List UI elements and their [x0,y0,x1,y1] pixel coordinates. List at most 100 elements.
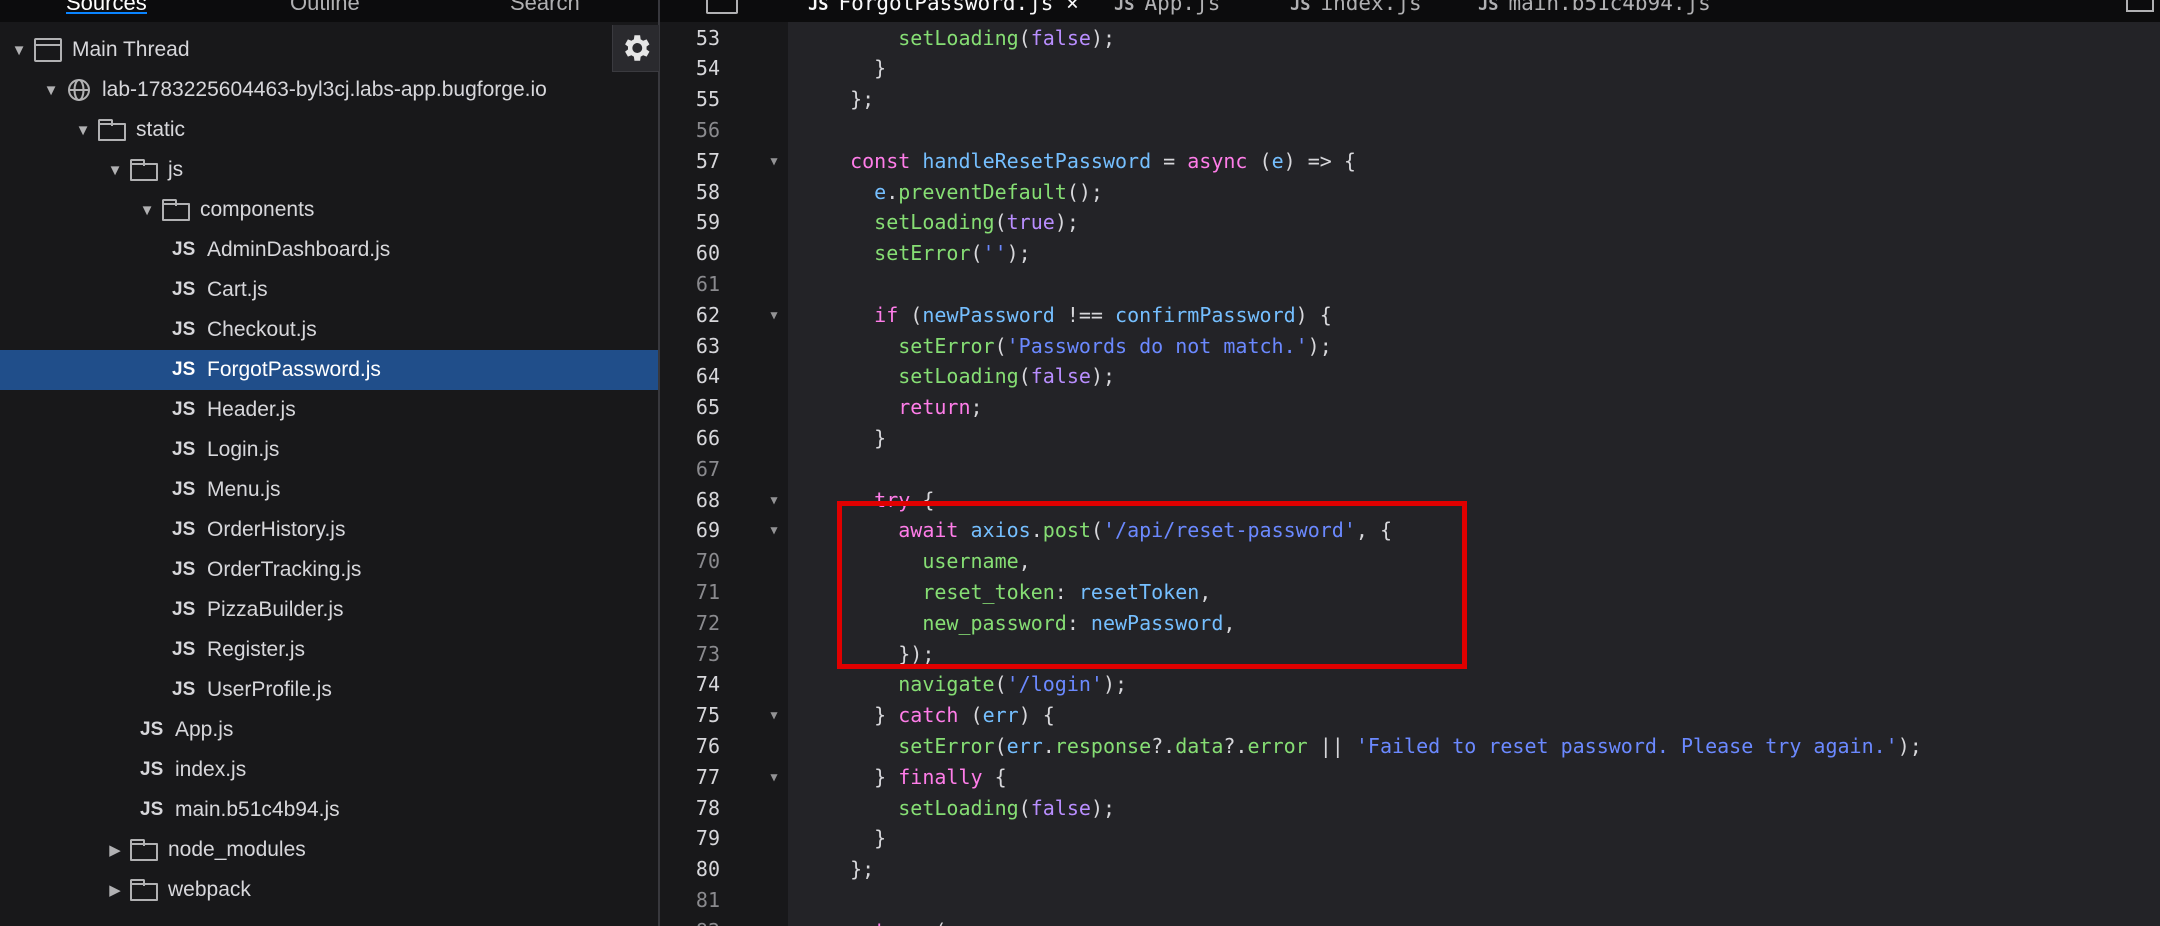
line-number[interactable]: 73 [660,639,720,670]
tree-item-file[interactable]: JS Menu.js [0,470,658,510]
code-line: 57 ▼ const handleResetPassword = async (e… [660,146,2160,177]
fold-toggle-icon[interactable]: ▼ [764,762,784,793]
line-number[interactable]: 77 [660,762,720,793]
code-line: 76 setError(err.response?.data?.error ||… [660,731,2160,762]
editor-tab-main[interactable]: JS main.b51c4b94.js [1478,0,1711,20]
js-file-icon: JS [172,319,196,340]
tree-item-components[interactable]: ▼ components [0,190,658,230]
editor-tab-index[interactable]: JS index.js [1290,0,1422,20]
tree-item-static[interactable]: ▼ static [0,110,658,150]
line-number[interactable]: 79 [660,823,720,854]
line-number[interactable]: 53 [660,23,720,54]
line-number[interactable]: 63 [660,331,720,362]
line-number[interactable]: 72 [660,608,720,639]
line-number[interactable]: 59 [660,207,720,238]
line-number[interactable]: 64 [660,361,720,392]
tree-label: Main Thread [72,38,190,61]
tree-item-file[interactable]: JS index.js [0,750,658,790]
tree-item-file[interactable]: JS App.js [0,710,658,750]
editor-tab-forgotpassword[interactable]: JS ForgotPassword.js × [808,0,1079,20]
chevron-right-icon[interactable]: ▶ [106,870,124,910]
js-file-icon: JS [172,239,196,260]
line-number[interactable]: 68 [660,485,720,516]
tree-item-js[interactable]: ▼ js [0,150,658,190]
tree-item-file[interactable]: JS Register.js [0,630,658,670]
tree-item-main-thread[interactable]: ▼ Main Thread [0,30,658,70]
tree-item-webpack[interactable]: ▶ webpack [0,870,658,910]
fold-toggle-icon[interactable]: ▼ [764,300,784,331]
tree-item-file[interactable]: JS Header.js [0,390,658,430]
line-number[interactable]: 66 [660,423,720,454]
tree-item-file[interactable]: JS Login.js [0,430,658,470]
tab-search[interactable]: Search [510,0,580,18]
chevron-down-icon[interactable]: ▼ [138,190,156,230]
code-text: navigate('/login'); [898,672,1128,697]
source-tabs-toggle-icon[interactable] [706,0,738,14]
line-number[interactable]: 81 [660,885,720,916]
line-number[interactable]: 70 [660,546,720,577]
tree-item-file-selected[interactable]: JS ForgotPassword.js [0,350,658,390]
line-number[interactable]: 69 [660,515,720,546]
folder-icon [130,159,158,181]
tree-label: webpack [168,878,251,901]
line-number[interactable]: 55 [660,84,720,115]
tree-item-node-modules[interactable]: ▶ node_modules [0,830,658,870]
chevron-right-icon[interactable]: ▶ [106,830,124,870]
fold-toggle-icon[interactable]: ▼ [764,700,784,731]
tree-label: UserProfile.js [207,678,332,701]
tree-item-host[interactable]: ▼ lab-1783225604463-byl3cj.labs-app.bugf… [0,70,658,110]
fold-toggle-icon[interactable]: ▼ [764,146,784,177]
tree-item-file[interactable]: JS PizzaBuilder.js [0,590,658,630]
line-number[interactable]: 54 [660,53,720,84]
tree-item-file[interactable]: JS OrderTracking.js [0,550,658,590]
tree-item-file[interactable]: JS Cart.js [0,270,658,310]
code-line: 54 } [660,53,2160,84]
line-number[interactable]: 65 [660,392,720,423]
tree-item-file[interactable]: JS Checkout.js [0,310,658,350]
code-line: 80 }; [660,854,2160,885]
code-text: username, [922,549,1031,574]
chevron-down-icon[interactable]: ▼ [10,30,28,70]
line-number[interactable]: 60 [660,238,720,269]
js-file-icon: JS [172,439,196,460]
tree-item-file[interactable]: JS UserProfile.js [0,670,658,710]
tree-label: OrderTracking.js [207,558,362,581]
code-text: setLoading(true); [874,210,1079,235]
chevron-down-icon[interactable]: ▼ [106,150,124,190]
tree-item-file[interactable]: JS AdminDashboard.js [0,230,658,270]
tree-item-file[interactable]: JS main.b51c4b94.js [0,790,658,830]
tree-label: js [168,158,184,181]
line-number[interactable]: 78 [660,793,720,824]
js-file-icon: JS [172,479,196,500]
line-number[interactable]: 71 [660,577,720,608]
line-number[interactable]: 56 [660,115,720,146]
chevron-down-icon[interactable]: ▼ [74,110,92,150]
close-tab-icon[interactable]: × [1066,0,1079,15]
toggle-sidebar-icon[interactable] [2126,0,2154,12]
fold-toggle-icon[interactable]: ▼ [764,515,784,546]
code-line: 74 navigate('/login'); [660,669,2160,700]
folder-icon [98,119,126,141]
line-number[interactable]: 74 [660,669,720,700]
editor-tab-label: ForgotPassword.js [838,0,1054,15]
line-number[interactable]: 75 [660,700,720,731]
tab-outline[interactable]: Outline [290,0,360,18]
js-file-icon: JS [172,399,196,420]
line-number[interactable]: 82 [660,916,720,926]
chevron-down-icon[interactable]: ▼ [42,70,60,110]
line-number[interactable]: 61 [660,269,720,300]
line-number[interactable]: 58 [660,177,720,208]
tree-item-file[interactable]: JS OrderHistory.js [0,510,658,550]
code-line: 73 }); [660,639,2160,670]
line-number[interactable]: 76 [660,731,720,762]
fold-toggle-icon[interactable]: ▼ [764,485,784,516]
tab-sources[interactable]: Sources [66,0,147,18]
line-number[interactable]: 62 [660,300,720,331]
settings-button[interactable] [612,25,659,72]
line-number[interactable]: 80 [660,854,720,885]
code-line: 68 ▼ try { [660,485,2160,516]
line-number[interactable]: 67 [660,454,720,485]
code-editor[interactable]: 53 setLoading(false); 54 } 55 }; 56 57 ▼ cons… [660,22,2160,926]
line-number[interactable]: 57 [660,146,720,177]
editor-tab-app[interactable]: JS App.js [1114,0,1220,20]
